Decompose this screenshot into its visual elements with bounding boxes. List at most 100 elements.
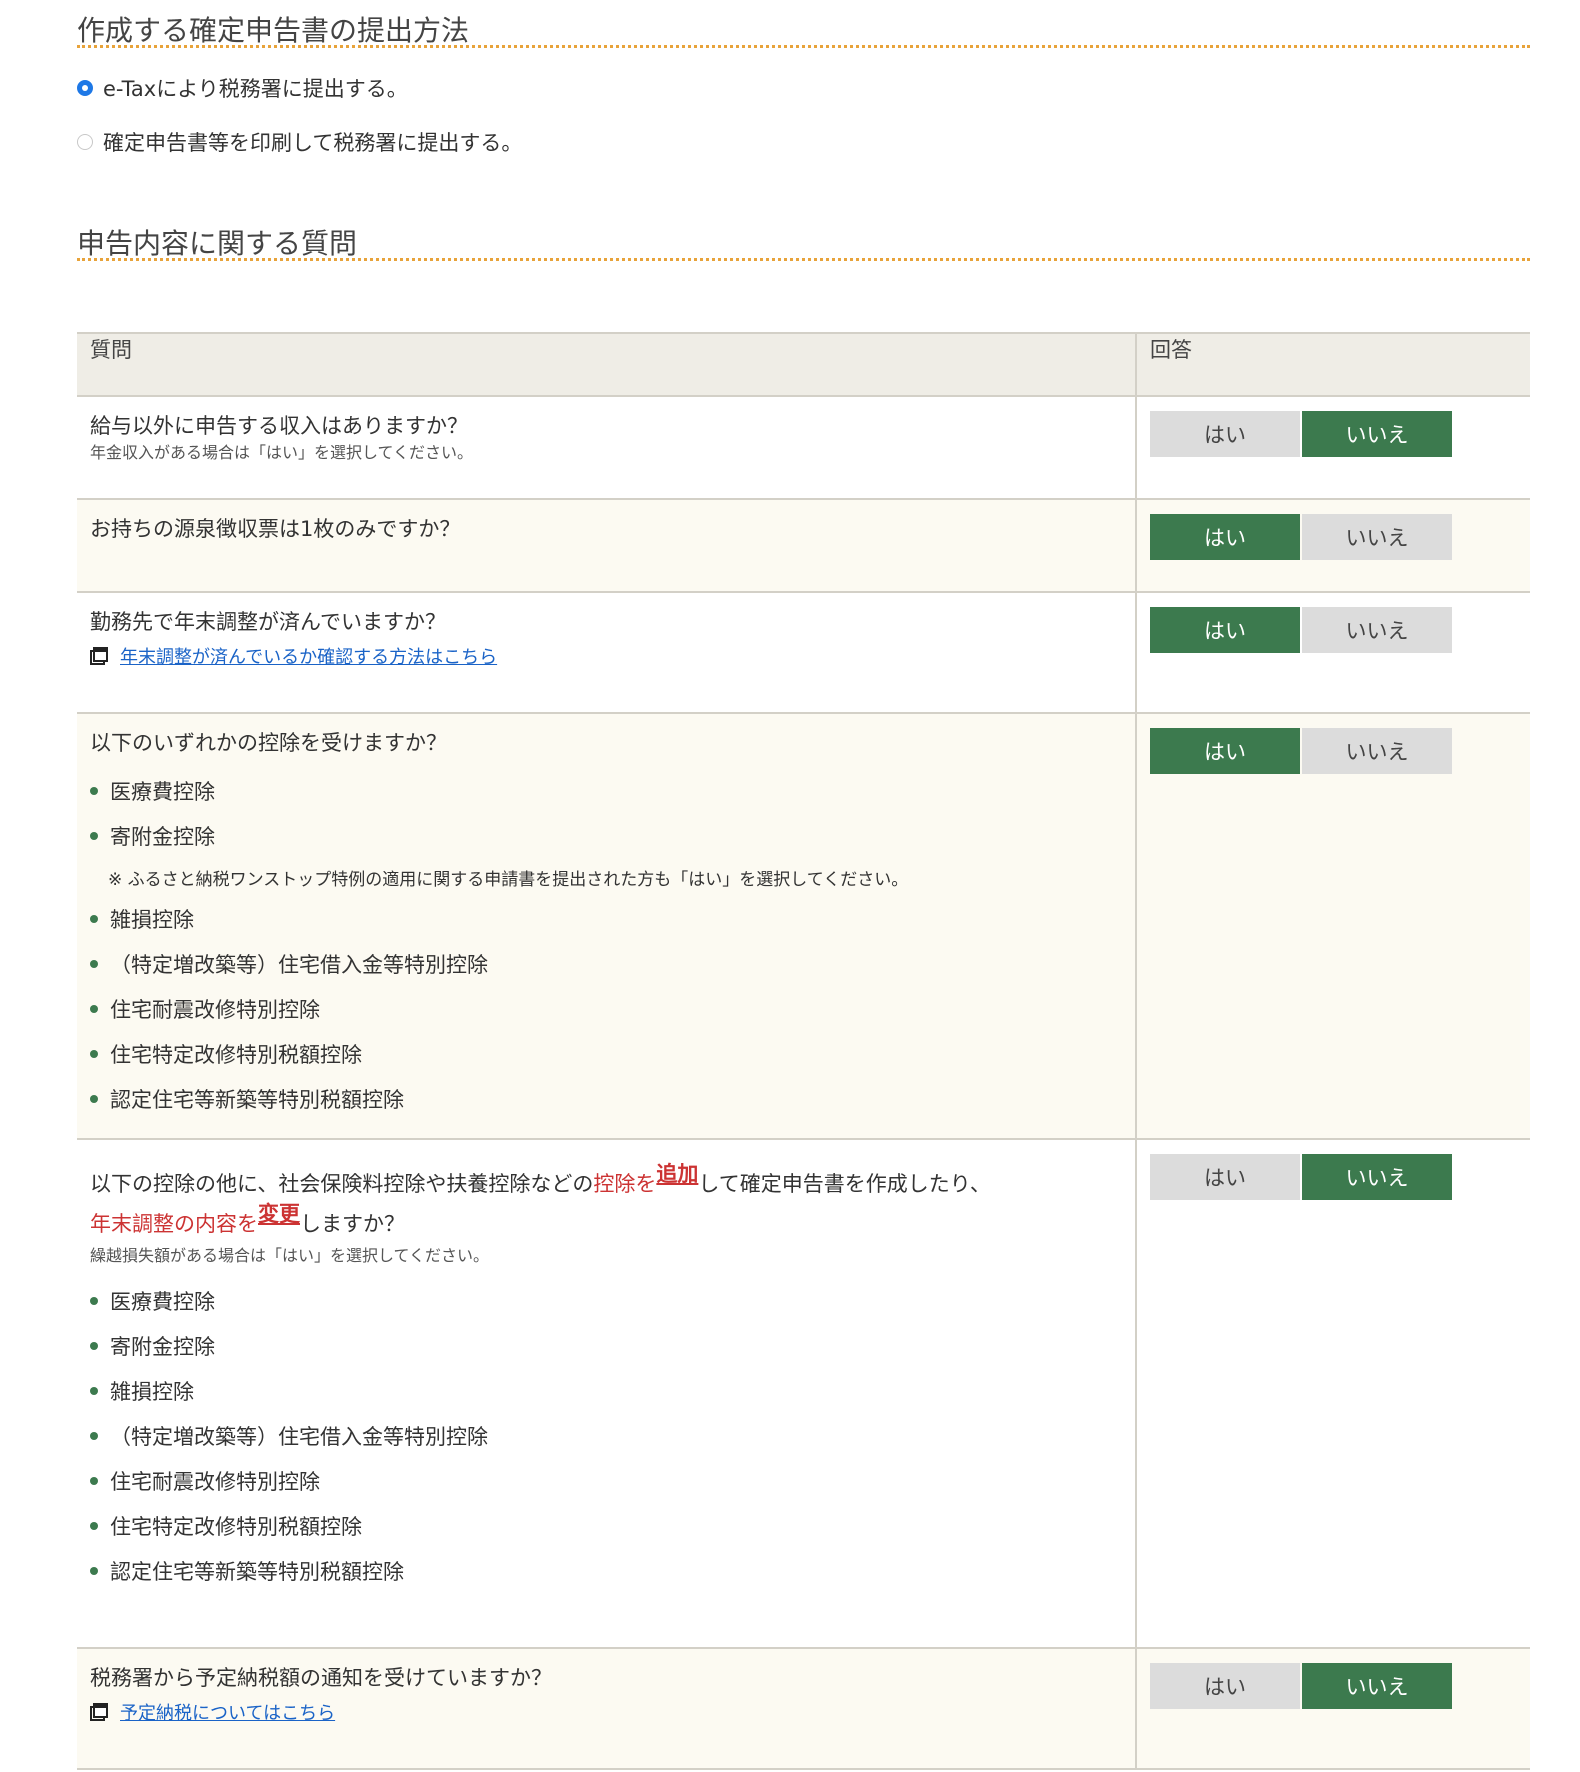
question-text: お持ちの源泉徴収票は1枚のみですか？ bbox=[90, 517, 461, 541]
question-text: 勤務先で年末調整が済んでいますか？ bbox=[90, 610, 446, 634]
deduction-list: 雑損控除 （特定増改築等）住宅借入金等特別控除 住宅耐震改修特別控除 住宅特定改… bbox=[90, 896, 1122, 1121]
furusato-note: ※ ふるさと納税ワンストップ特例の適用に関する申請書を提出された方も「はい」を選… bbox=[108, 869, 909, 890]
yes-no-toggle: はい いいえ bbox=[1150, 607, 1517, 653]
header-answer: 回答 bbox=[1136, 332, 1530, 397]
question-cell: 給与以外に申告する収入はありますか？ 年金収入がある場合は「はい」を選択してくだ… bbox=[77, 395, 1137, 500]
no-button[interactable]: いいえ bbox=[1302, 411, 1452, 457]
highlight-change-strong: 変更 bbox=[258, 1202, 300, 1226]
list-item: 認定住宅等新築等特別税額控除 bbox=[90, 1548, 1122, 1593]
bullet-icon bbox=[90, 1566, 98, 1575]
bullet-icon bbox=[90, 1341, 98, 1350]
questions-table: 質問 回答 給与以外に申告する収入はありますか？ 年金収入がある場合は「はい」を… bbox=[77, 332, 1530, 1770]
table-row: 給与以外に申告する収入はありますか？ 年金収入がある場合は「はい」を選択してくだ… bbox=[77, 395, 1530, 500]
radio-option-print[interactable]: 確定申告書等を印刷して税務署に提出する。 bbox=[77, 115, 1530, 169]
list-item: （特定増改築等）住宅借入金等特別控除 bbox=[90, 1413, 1122, 1458]
questions-section-title: 申告内容に関する質問 bbox=[77, 213, 1530, 261]
prepaid-tax-help-link[interactable]: 予定納税についてはこちら bbox=[120, 1699, 335, 1725]
yes-button[interactable]: はい bbox=[1150, 1154, 1300, 1200]
yes-button[interactable]: はい bbox=[1150, 1663, 1300, 1709]
help-link-row: 年末調整が済んでいるか確認する方法はこちら bbox=[90, 643, 1122, 669]
submission-radio-group: e-Taxにより税務署に提出する。 確定申告書等を印刷して税務署に提出する。 bbox=[77, 61, 1530, 169]
question-text: 以下のいずれかの控除を受けますか？ bbox=[90, 731, 447, 755]
yes-no-toggle: はい いいえ bbox=[1150, 728, 1517, 774]
no-button[interactable]: いいえ bbox=[1302, 1154, 1452, 1200]
radio-label: 確定申告書等を印刷して税務署に提出する。 bbox=[103, 131, 523, 155]
list-item: 雑損控除 bbox=[90, 1368, 1122, 1413]
yes-button[interactable]: はい bbox=[1150, 514, 1300, 560]
list-item: 住宅特定改修特別税額控除 bbox=[90, 1031, 1122, 1076]
radio-button-unchecked[interactable] bbox=[77, 134, 93, 150]
bullet-icon bbox=[90, 1049, 98, 1058]
table-row: 勤務先で年末調整が済んでいますか？ 年末調整が済んでいるか確認する方法はこちら … bbox=[77, 591, 1530, 714]
answer-cell: はい いいえ bbox=[1136, 1138, 1530, 1649]
question-cell: 税務署から予定納税額の通知を受けていますか？ 予定納税についてはこちら bbox=[77, 1647, 1137, 1770]
table-row: 以下の控除の他に、社会保険料控除や扶養控除などの控除を追加して確定申告書を作成し… bbox=[77, 1138, 1530, 1649]
question-text: 給与以外に申告する収入はありますか？ bbox=[90, 414, 468, 438]
bullet-icon bbox=[90, 914, 98, 923]
yes-no-toggle: はい いいえ bbox=[1150, 411, 1517, 457]
list-item: 住宅耐震改修特別控除 bbox=[90, 986, 1122, 1031]
submission-section-title: 作成する確定申告書の提出方法 bbox=[77, 0, 1530, 48]
table-row: 以下のいずれかの控除を受けますか？ 医療費控除 寄附金控除 ※ ふるさと納税ワン… bbox=[77, 712, 1530, 1140]
yes-no-toggle: はい いいえ bbox=[1150, 514, 1517, 560]
question-text-line2: 年末調整の内容を変更しますか？ bbox=[90, 1202, 405, 1236]
answer-cell: はい いいえ bbox=[1136, 712, 1530, 1140]
answer-cell: はい いいえ bbox=[1136, 1647, 1530, 1770]
questions-section: 申告内容に関する質問 bbox=[77, 213, 1530, 261]
header-question: 質問 bbox=[77, 332, 1137, 397]
highlight-change: 年末調整の内容を bbox=[90, 1212, 258, 1236]
list-item: 雑損控除 bbox=[90, 896, 1122, 941]
highlight-add: 控除を bbox=[593, 1172, 657, 1196]
table-row: お持ちの源泉徴収票は1枚のみですか？ はい いいえ bbox=[77, 498, 1530, 593]
list-item: 寄附金控除 bbox=[90, 813, 1122, 858]
list-item: （特定増改築等）住宅借入金等特別控除 bbox=[90, 941, 1122, 986]
bullet-icon bbox=[90, 1094, 98, 1103]
yes-button[interactable]: はい bbox=[1150, 728, 1300, 774]
question-cell: 勤務先で年末調整が済んでいますか？ 年末調整が済んでいるか確認する方法はこちら bbox=[77, 591, 1137, 714]
bullet-icon bbox=[90, 959, 98, 968]
bullet-icon bbox=[90, 1004, 98, 1013]
yes-button[interactable]: はい bbox=[1150, 607, 1300, 653]
no-button[interactable]: いいえ bbox=[1302, 728, 1452, 774]
yes-button[interactable]: はい bbox=[1150, 411, 1300, 457]
question-note: 繰越損失額がある場合は「はい」を選択してください。 bbox=[90, 1246, 490, 1265]
answer-cell: はい いいえ bbox=[1136, 395, 1530, 500]
bullet-icon bbox=[90, 1296, 98, 1305]
bullet-icon bbox=[90, 1386, 98, 1395]
year-end-adjustment-help-link[interactable]: 年末調整が済んでいるか確認する方法はこちら bbox=[120, 643, 497, 669]
bullet-icon bbox=[90, 1521, 98, 1530]
list-item: 認定住宅等新築等特別税額控除 bbox=[90, 1076, 1122, 1121]
yes-no-toggle: はい いいえ bbox=[1150, 1663, 1517, 1709]
list-item: 医療費控除 bbox=[90, 768, 1122, 813]
table-row: 税務署から予定納税額の通知を受けていますか？ 予定納税についてはこちら はい い… bbox=[77, 1647, 1530, 1770]
question-cell: お持ちの源泉徴収票は1枚のみですか？ bbox=[77, 498, 1137, 593]
no-button[interactable]: いいえ bbox=[1302, 607, 1452, 653]
question-text: 以下の控除の他に、社会保険料控除や扶養控除などの控除を追加して確定申告書を作成し… bbox=[90, 1162, 991, 1196]
radio-option-etax[interactable]: e-Taxにより税務署に提出する。 bbox=[77, 61, 1530, 115]
list-item: 住宅特定改修特別税額控除 bbox=[90, 1503, 1122, 1548]
question-cell: 以下の控除の他に、社会保険料控除や扶養控除などの控除を追加して確定申告書を作成し… bbox=[77, 1138, 1137, 1649]
no-button[interactable]: いいえ bbox=[1302, 514, 1452, 560]
deduction-list: 医療費控除 寄附金控除 雑損控除 （特定増改築等）住宅借入金等特別控除 住宅耐震… bbox=[90, 1278, 1122, 1593]
question-note: 年金収入がある場合は「はい」を選択してください。 bbox=[90, 443, 474, 462]
answer-cell: はい いいえ bbox=[1136, 498, 1530, 593]
question-text: 税務署から予定納税額の通知を受けていますか？ bbox=[90, 1666, 552, 1690]
radio-label: e-Taxにより税務署に提出する。 bbox=[103, 77, 408, 101]
list-item: 医療費控除 bbox=[90, 1278, 1122, 1323]
yes-no-toggle: はい いいえ bbox=[1150, 1154, 1517, 1200]
list-item: 住宅耐震改修特別控除 bbox=[90, 1458, 1122, 1503]
bullet-icon bbox=[90, 786, 98, 795]
no-button[interactable]: いいえ bbox=[1302, 1663, 1452, 1709]
bullet-icon bbox=[90, 1431, 98, 1440]
answer-cell: はい いいえ bbox=[1136, 591, 1530, 714]
external-window-icon bbox=[90, 1703, 108, 1721]
list-item: 寄附金控除 bbox=[90, 1323, 1122, 1368]
deduction-list: 医療費控除 寄附金控除 bbox=[90, 768, 1122, 858]
help-link-row: 予定納税についてはこちら bbox=[90, 1699, 1122, 1725]
page: 作成する確定申告書の提出方法 e-Taxにより税務署に提出する。 確定申告書等を… bbox=[77, 0, 1530, 1770]
external-window-icon bbox=[90, 647, 108, 665]
radio-button-checked[interactable] bbox=[77, 80, 93, 96]
table-header-row: 質問 回答 bbox=[77, 332, 1530, 397]
question-cell: 以下のいずれかの控除を受けますか？ 医療費控除 寄附金控除 ※ ふるさと納税ワン… bbox=[77, 712, 1137, 1140]
bullet-icon bbox=[90, 1476, 98, 1485]
